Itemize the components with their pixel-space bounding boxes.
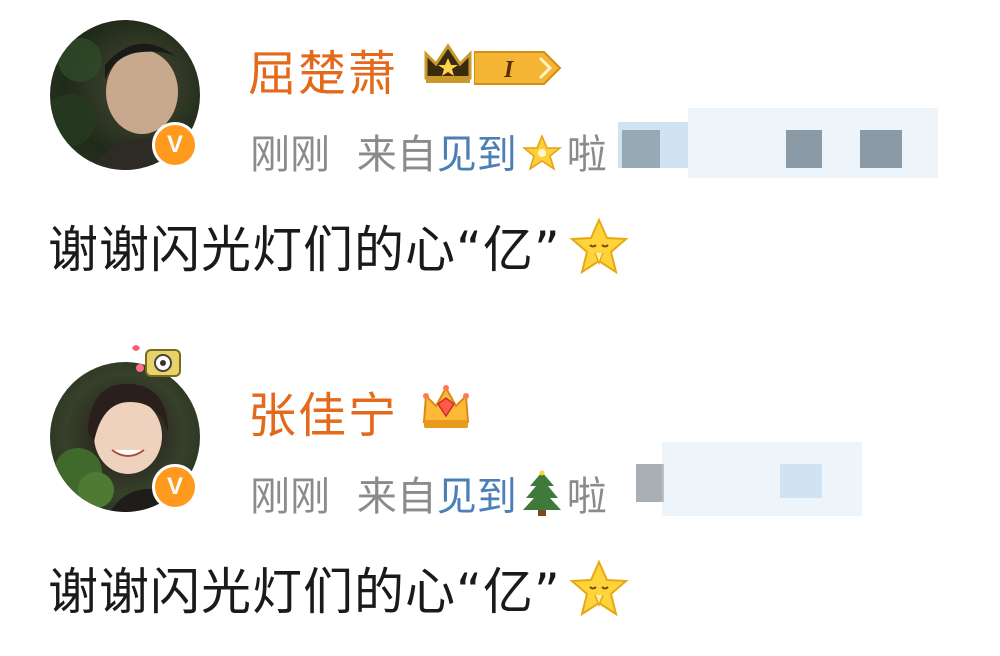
post-text: 谢谢闪光灯们的心“亿” (48, 563, 561, 621)
post-content: 谢谢闪光灯们的心“亿” (48, 210, 629, 282)
sparkle-star-emoji (521, 134, 562, 171)
level-badge-text: I (503, 57, 515, 83)
device-suffix: 啦 (566, 132, 607, 178)
blurred-region (786, 130, 822, 168)
verified-badge: V (152, 464, 198, 510)
post-text: 谢谢闪光灯们的心“亿” (48, 221, 561, 279)
level-badge: I (474, 51, 562, 85)
crown-icon (424, 43, 472, 83)
blurred-region (636, 464, 664, 502)
weibo-post: V 张佳宁 刚刚 来自见到 啦 谢谢闪光灯们的心“亿” (0, 342, 1000, 656)
username[interactable]: 张佳宁 (248, 376, 398, 446)
weibo-post: V 屈楚萧 I 刚刚 来自见到 啦 谢谢闪光灯们的心“亿” (0, 0, 1000, 314)
from-label: 来自 (356, 474, 437, 520)
praying-star-emoji (569, 217, 629, 275)
device-link[interactable]: 见到 (437, 132, 517, 178)
camera-decoration (132, 345, 181, 377)
verified-badge-letter: V (166, 131, 183, 158)
christmas-tree-emoji (522, 470, 561, 516)
device-suffix: 啦 (566, 474, 607, 520)
blurred-region (622, 130, 660, 168)
praying-star-emoji (569, 559, 629, 617)
blurred-region (860, 130, 902, 168)
from-label: 来自 (356, 132, 437, 178)
post-content: 谢谢闪光灯们的心“亿” (48, 552, 629, 624)
post-meta: 刚刚 来自见到 啦 (250, 464, 607, 522)
post-time: 刚刚 (250, 132, 330, 178)
blurred-region (662, 442, 862, 516)
crown-icon (422, 385, 470, 428)
username[interactable]: 屈楚萧 (248, 34, 398, 104)
verified-badge: V (152, 122, 198, 168)
verified-badge-letter: V (166, 473, 183, 500)
post-time: 刚刚 (250, 474, 330, 520)
blurred-region (780, 464, 822, 498)
device-link[interactable]: 见到 (437, 474, 517, 520)
post-meta: 刚刚 来自见到 啦 (250, 122, 607, 180)
